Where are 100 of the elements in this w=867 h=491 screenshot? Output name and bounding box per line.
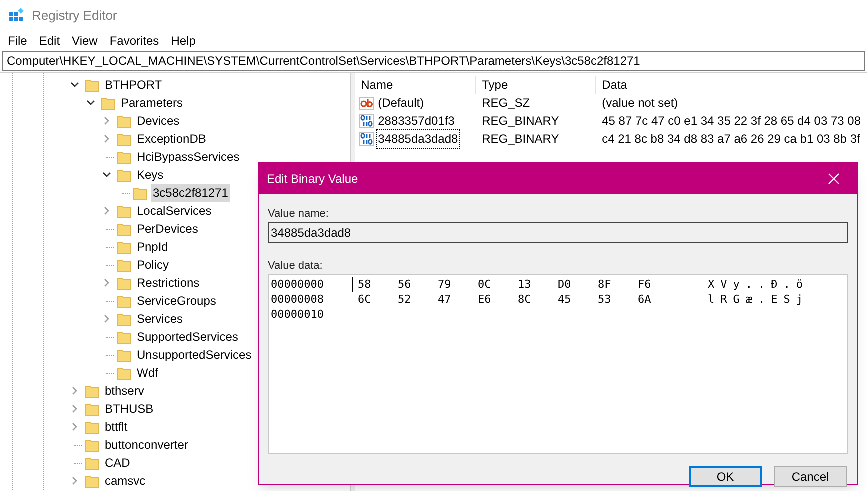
hex-byte: D0 xyxy=(557,277,572,292)
close-icon xyxy=(828,172,840,184)
menu-item[interactable]: View xyxy=(66,32,104,50)
hex-offset: 00000010 xyxy=(271,307,325,322)
folder-icon xyxy=(84,401,100,417)
tree-item[interactable]: Devices xyxy=(135,112,182,130)
ascii-text: XVy..Đ.ö xyxy=(708,277,809,292)
chevron-right-icon[interactable] xyxy=(70,476,80,486)
column-header[interactable]: Type xyxy=(476,76,596,94)
text-cursor xyxy=(352,277,353,292)
hex-editor[interactable]: 00000000 58 56 79 0C 13 D0 8F F6 XVy..Đ.ö 00000008 6C 52 47 E6 8C 45 53 6A lRGæ.ESj 00000010 xyxy=(268,274,848,454)
hex-offset: 00000008 xyxy=(271,292,325,307)
chevron-right-icon[interactable] xyxy=(70,422,80,432)
tree-item[interactable]: BTHUSB xyxy=(103,400,156,418)
tree-item[interactable]: LocalServices xyxy=(135,202,214,220)
folder-icon xyxy=(116,275,132,291)
chevron-right-icon[interactable] xyxy=(102,278,112,288)
hex-byte: E6 xyxy=(477,292,492,307)
tree-item[interactable]: camsvc xyxy=(103,472,148,490)
hex-offset: 00000000 xyxy=(271,277,325,292)
tree-item[interactable]: BTHPORT xyxy=(103,76,164,94)
dialog-title: Edit Binary Value xyxy=(267,170,358,188)
column-header[interactable]: Name xyxy=(355,76,476,94)
hex-byte: 47 xyxy=(437,292,452,307)
address-bar[interactable]: Computer\HKEY_LOCAL_MACHINE\SYSTEM\CurrentControlSet\Services\BTHPORT\Parameters\Keys\3c58c2f81271 xyxy=(2,51,865,71)
value-data: (value not set) xyxy=(601,95,680,112)
tree-item[interactable]: Keys xyxy=(135,166,166,184)
binary-value-icon xyxy=(359,113,376,129)
hex-byte: 58 xyxy=(357,277,372,292)
chevron-right-icon[interactable] xyxy=(102,134,112,144)
tree-item[interactable]: buttonconverter xyxy=(103,436,190,454)
tree-item[interactable]: Services xyxy=(135,310,186,328)
tree-item[interactable]: SupportedServices xyxy=(135,328,240,346)
hex-byte: 8C xyxy=(517,292,532,307)
value-data: c4 21 8c b8 34 d8 83 a7 a6 26 29 ca b1 03 8b 3f xyxy=(601,131,862,148)
hex-byte: F6 xyxy=(637,277,652,292)
folder-icon xyxy=(116,257,132,273)
folder-icon xyxy=(84,77,100,93)
folder-icon xyxy=(116,221,132,237)
folder-icon xyxy=(116,329,132,345)
folder-icon xyxy=(116,203,132,219)
chevron-right-icon[interactable] xyxy=(102,116,112,126)
chevron-right-icon[interactable] xyxy=(102,314,112,324)
dialog-button[interactable]: OK xyxy=(689,466,762,487)
hex-byte: 53 xyxy=(597,292,612,307)
menu-item[interactable]: Edit xyxy=(33,32,66,50)
tree-item[interactable]: Parameters xyxy=(119,94,186,112)
menu-item[interactable]: Help xyxy=(165,32,202,50)
value-type: REG_SZ xyxy=(481,95,532,112)
tree-item[interactable]: PerDevices xyxy=(135,220,200,238)
menu-item[interactable]: File xyxy=(2,32,34,50)
tree-item[interactable]: CAD xyxy=(103,454,132,472)
column-header[interactable]: Data xyxy=(596,76,867,94)
folder-icon xyxy=(100,95,116,111)
tree-item[interactable]: bttflt xyxy=(103,418,130,436)
chevron-down-icon[interactable] xyxy=(86,98,96,108)
folder-icon xyxy=(116,311,132,327)
tree-item[interactable]: Wdf xyxy=(135,364,160,382)
folder-icon xyxy=(116,365,132,381)
chevron-down-icon[interactable] xyxy=(102,170,112,180)
value-name-field[interactable]: 34885da3dad8 xyxy=(268,222,848,243)
registry-icon xyxy=(8,8,24,24)
chevron-right-icon[interactable] xyxy=(70,386,80,396)
folder-icon xyxy=(116,113,132,129)
hex-byte: 45 xyxy=(557,292,572,307)
tree-item[interactable]: ServiceGroups xyxy=(135,292,218,310)
hex-byte: 6A xyxy=(637,292,652,307)
tree-item[interactable]: UnsupportedServices xyxy=(135,346,254,364)
folder-icon xyxy=(116,167,132,183)
folder-icon xyxy=(84,437,100,453)
ascii-text: lRGæ.ESj xyxy=(708,292,809,307)
folder-icon xyxy=(132,185,148,201)
window-title: Registry Editor xyxy=(32,7,118,26)
tree-item[interactable]: Restrictions xyxy=(135,274,202,292)
folder-icon xyxy=(116,239,132,255)
tree-item[interactable]: bthserv xyxy=(103,382,146,400)
value-data-label: Value data: xyxy=(268,259,324,274)
value-name[interactable]: 2883357d01f3 xyxy=(376,111,457,131)
hex-byte: 8F xyxy=(597,277,612,292)
folder-icon xyxy=(116,131,132,147)
folder-icon xyxy=(84,383,100,399)
folder-icon xyxy=(84,473,100,489)
tree-item[interactable]: Policy xyxy=(135,256,172,274)
menu-item[interactable]: Favorites xyxy=(104,32,166,50)
chevron-down-icon[interactable] xyxy=(70,80,80,90)
folder-icon xyxy=(116,347,132,363)
chevron-right-icon[interactable] xyxy=(70,404,80,414)
hex-byte: 79 xyxy=(437,277,452,292)
chevron-right-icon[interactable] xyxy=(102,206,112,216)
dialog-button[interactable]: Cancel xyxy=(774,466,847,487)
value-name[interactable]: 34885da3dad8 xyxy=(376,129,460,149)
tree-item[interactable]: HciBypassServices xyxy=(135,148,242,166)
tree-item[interactable]: PnpId xyxy=(135,238,170,256)
value-name[interactable]: (Default) xyxy=(376,93,426,113)
value-data: 45 87 7c 47 c0 e1 34 35 22 3f 28 65 d4 03 73 08 xyxy=(601,113,862,130)
tree-item[interactable]: 3c58c2f81271 xyxy=(151,184,230,202)
string-value-icon xyxy=(359,95,376,111)
tree-item[interactable]: ExceptionDB xyxy=(135,130,208,148)
value-type: REG_BINARY xyxy=(481,131,560,148)
folder-icon xyxy=(116,293,132,309)
